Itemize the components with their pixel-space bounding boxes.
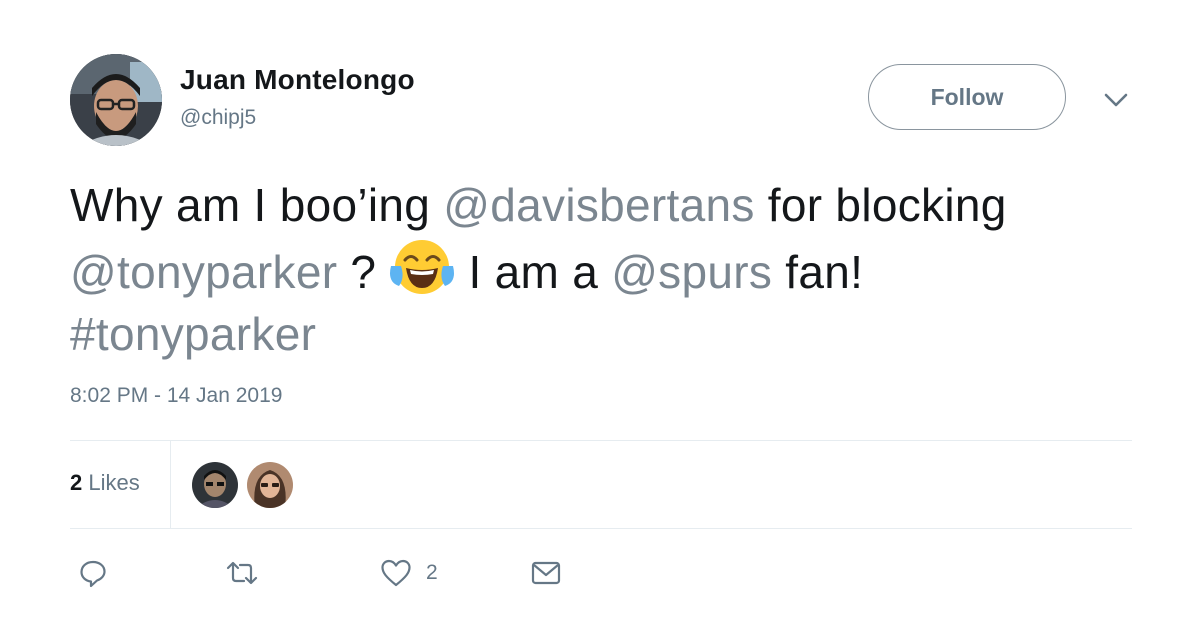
tweet-text-part: I am a xyxy=(455,246,612,298)
chevron-down-icon[interactable] xyxy=(1100,86,1132,114)
tears-of-joy-emoji-icon xyxy=(389,236,455,298)
reply-icon xyxy=(78,558,108,588)
divider xyxy=(70,528,1132,529)
mention-link[interactable]: @davisbertans xyxy=(443,179,754,231)
hashtag-link[interactable]: #tonyparker xyxy=(70,308,316,360)
divider xyxy=(70,440,1132,441)
tweet-card: Juan Montelongo @chipj5 Follow Why am I … xyxy=(0,0,1200,631)
liker-avatar[interactable] xyxy=(192,462,238,508)
likes-number: 2 xyxy=(70,470,83,495)
retweet-button[interactable] xyxy=(224,556,260,590)
retweet-icon xyxy=(224,558,260,588)
like-button[interactable]: 2 xyxy=(380,556,438,590)
tweet-text-part: fan! xyxy=(772,246,864,298)
author-avatar[interactable] xyxy=(70,54,162,146)
heart-icon xyxy=(380,558,412,588)
mention-link[interactable]: @spurs xyxy=(611,246,772,298)
author-name[interactable]: Juan Montelongo xyxy=(180,64,415,96)
follow-button[interactable]: Follow xyxy=(868,64,1066,130)
mention-link[interactable]: @tonyparker xyxy=(70,246,337,298)
tweet-text-part: ? xyxy=(337,246,390,298)
tweet-text-part: for blocking xyxy=(754,179,1007,231)
tweet-text: Why am I boo’ing @davisbertans for block… xyxy=(70,174,1150,365)
liker-avatar[interactable] xyxy=(247,462,293,508)
reply-button[interactable] xyxy=(78,556,108,590)
author-handle[interactable]: @chipj5 xyxy=(180,106,256,130)
likes-count[interactable]: 2 Likes xyxy=(70,470,140,496)
stats-separator xyxy=(170,441,171,528)
like-count: 2 xyxy=(426,561,438,584)
likes-label: Likes xyxy=(82,470,140,495)
direct-message-button[interactable] xyxy=(530,556,562,590)
tweet-timestamp[interactable]: 8:02 PM - 14 Jan 2019 xyxy=(70,384,282,408)
tweet-text-part: Why am I boo’ing xyxy=(70,179,444,231)
envelope-icon xyxy=(530,558,562,588)
